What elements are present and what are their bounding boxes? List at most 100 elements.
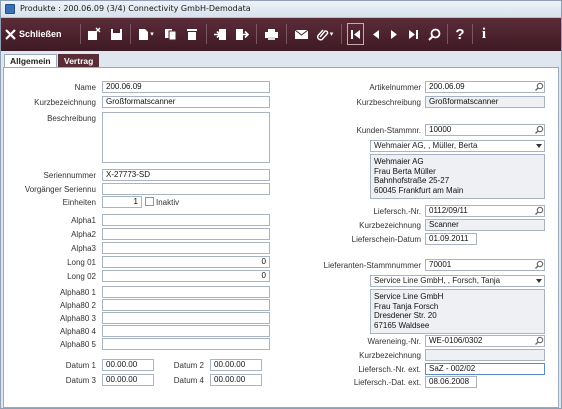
close-icon — [5, 28, 16, 40]
last-record-icon — [409, 29, 418, 39]
long02-field[interactable]: 0 — [102, 270, 270, 282]
einheiten-label: Einheiten — [62, 198, 96, 207]
lieferanten-address-line: Frau Tanja Forsch — [374, 301, 439, 311]
kunden-address-line: Bahnhofstraße 25-27 — [374, 176, 450, 185]
toolbar-separator — [130, 24, 131, 44]
attachment-dropdown[interactable]: ▾ — [314, 23, 336, 45]
trash-icon — [187, 28, 197, 40]
alpha80-2-field[interactable] — [102, 299, 270, 311]
seriennummer-field[interactable]: X-27773-SD — [102, 169, 270, 181]
tab-bar: Allgemein Vertrag — [1, 53, 561, 68]
datum1-field[interactable]: 00.00.00 — [102, 359, 154, 371]
kunden-address-line: Frau Berta Müller — [374, 166, 436, 176]
alpha80-1-label: Alpha80 1 — [59, 288, 96, 297]
artikelnummer-lookup-icon[interactable] — [534, 82, 544, 92]
import-icon — [214, 28, 226, 40]
kunden-stammnr-field[interactable]: 10000 — [425, 124, 545, 136]
lieferanten-address-line: 67165 Waldsee — [374, 320, 430, 330]
chevron-down-icon — [536, 144, 542, 148]
kunden-stammnr-label: Kunden-Stammnr. — [356, 126, 421, 135]
inaktiv-checkbox[interactable] — [145, 197, 154, 206]
lieferscheindatum-label: Lieferschein-Datum — [351, 235, 421, 244]
datum2-field[interactable]: 00.00.00 — [210, 359, 262, 371]
new-record-icon — [88, 27, 101, 40]
kunden-lookup-icon[interactable] — [534, 125, 544, 135]
kurzbezeichnung-right-field: Scanner — [425, 219, 545, 231]
search-icon — [427, 28, 440, 41]
export-button[interactable] — [233, 23, 251, 45]
lieferanten-select[interactable]: Service Line GmbH, , Forsch, Tanja — [370, 275, 545, 287]
title-bar: Produkte : 200.06.09 (3/4) Connectivity … — [1, 1, 561, 18]
first-record-button[interactable] — [347, 23, 364, 45]
alpha1-field[interactable] — [102, 214, 270, 226]
lieferanten-address-line: Service Line GmbH — [374, 292, 444, 301]
datum4-field[interactable]: 00.00.00 — [210, 374, 262, 386]
tab-allgemein[interactable]: Allgemein — [4, 54, 57, 68]
long01-field[interactable]: 0 — [102, 256, 270, 268]
lieferschnr-lookup-icon[interactable] — [534, 206, 544, 216]
alpha2-field[interactable] — [102, 228, 270, 240]
kurzbezeichnung-right-label: Kurzbezeichnung — [359, 221, 421, 230]
alpha2-label: Alpha2 — [71, 230, 96, 239]
wareneingnr-label: Wareneing.-Nr. — [367, 337, 422, 346]
datum1-label: Datum 1 — [65, 361, 96, 370]
lieferanten-stammnummer-field[interactable]: 70001 — [425, 259, 545, 271]
alpha80-1-field[interactable] — [102, 286, 270, 298]
einheiten-field[interactable]: 1 — [102, 196, 142, 208]
mail-icon — [294, 29, 308, 39]
datum3-label: Datum 3 — [65, 376, 96, 385]
close-button[interactable]: Schließen — [5, 23, 77, 45]
name-field[interactable]: 200.06.09 — [102, 81, 270, 93]
first-record-icon — [351, 29, 360, 39]
last-record-button[interactable] — [405, 23, 422, 45]
next-record-button[interactable] — [386, 23, 402, 45]
kunden-select-value: Wehmaier AG, , Müller, Berta — [374, 141, 478, 150]
lieferschnr-field[interactable]: 0112/09/11 — [425, 205, 545, 217]
alpha3-field[interactable] — [102, 242, 270, 254]
toolbar-separator — [341, 24, 342, 44]
search-button[interactable] — [425, 23, 443, 45]
chevron-down-icon: ▾ — [329, 30, 334, 38]
previous-record-button[interactable] — [367, 23, 383, 45]
lieferanten-lookup-icon[interactable] — [534, 260, 544, 270]
kurzbezeichnung-label: Kurzbezeichnung — [34, 98, 96, 107]
wareneingnr-lookup-icon[interactable] — [534, 336, 544, 346]
datum3-field[interactable]: 00.00.00 — [102, 374, 154, 386]
print-button[interactable] — [261, 23, 281, 45]
kurzbezeichnung2-label: Kurzbezeichnung — [359, 351, 421, 360]
beschreibung-textarea[interactable] — [102, 112, 270, 163]
copy-button[interactable] — [161, 23, 179, 45]
long02-label: Long 02 — [67, 272, 96, 281]
lieferanten-address-line: Dresdener Str. 20 — [374, 311, 437, 320]
lieferschnrext-field[interactable]: SaZ - 002/02 — [425, 363, 545, 375]
delete-button[interactable] — [183, 23, 201, 45]
alpha80-5-field[interactable] — [102, 338, 270, 350]
alpha80-4-field[interactable] — [102, 325, 270, 337]
alpha80-4-label: Alpha80 4 — [59, 327, 96, 336]
toolbar-separator — [286, 24, 287, 44]
email-button[interactable] — [291, 23, 311, 45]
vorgaenger-field[interactable] — [102, 183, 270, 195]
tab-vertrag[interactable]: Vertrag — [58, 54, 100, 68]
import-button[interactable] — [211, 23, 229, 45]
kurzbezeichnung-field[interactable]: Großformatscanner — [102, 96, 270, 108]
new-document-dropdown[interactable]: ▾ — [135, 23, 157, 45]
kunden-select[interactable]: Wehmaier AG, , Müller, Berta — [370, 140, 545, 152]
wareneingnr-field[interactable]: WE-0106/0302 — [425, 335, 545, 347]
lieferschdatext-label: Liefersch.-Dat. ext. — [353, 378, 421, 387]
alpha3-label: Alpha3 — [71, 244, 96, 253]
lieferschdatext-field[interactable]: 08.06.2008 — [425, 376, 477, 388]
alpha80-3-field[interactable] — [102, 312, 270, 324]
chevron-right-icon — [390, 29, 397, 39]
export-icon — [236, 28, 249, 40]
artikelnummer-field[interactable]: 200.06.09 — [425, 81, 545, 93]
save-button[interactable] — [107, 23, 125, 45]
new-record-button[interactable] — [85, 23, 103, 45]
beschreibung-label: Beschreibung — [47, 114, 96, 123]
lieferscheindatum-field[interactable]: 01.09.2011 — [425, 233, 477, 245]
info-button[interactable]: i — [477, 23, 491, 45]
help-button[interactable]: ? — [452, 23, 468, 45]
help-icon: ? — [455, 25, 465, 43]
form-panel: Name 200.06.09 Kurzbezeichnung Großforma… — [3, 67, 559, 408]
toolbar-separator — [472, 24, 473, 44]
